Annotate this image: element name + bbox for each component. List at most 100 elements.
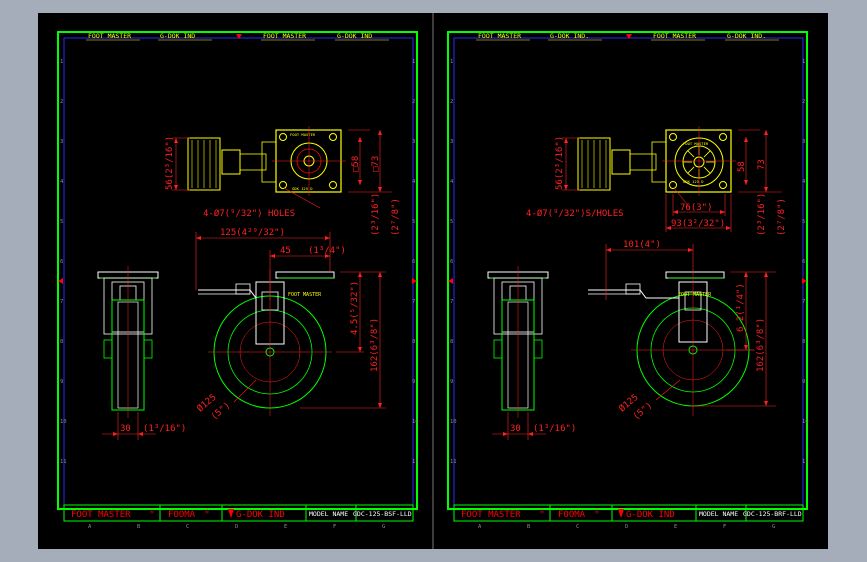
plate-model-text: GDK 125 D [683, 179, 704, 184]
header-text: G-DOK IND. [550, 32, 589, 40]
dim-height: 162(6³/8") [756, 318, 766, 372]
header-text: G-DOK IND. [727, 32, 766, 40]
row-number: 5 [412, 219, 415, 225]
row-number: 7 [802, 299, 805, 305]
row-number: 2 [450, 99, 453, 105]
row-number: 2 [802, 99, 805, 105]
plate-brand-text: FOOT MASTER [290, 132, 316, 137]
row-number: 1 [450, 59, 453, 65]
dim-frac-a: (2³/16") [757, 193, 767, 236]
title-registered: ® [595, 509, 599, 516]
row-number: 3 [802, 139, 805, 145]
row-number: 9 [802, 379, 805, 385]
row-number: 11 [412, 459, 419, 465]
column-letter: F [723, 524, 726, 530]
row-number: 8 [412, 339, 415, 345]
column-letter: D [625, 524, 628, 530]
dim-76: 76(3") [680, 203, 713, 213]
row-number: 1 [802, 59, 805, 65]
title-model-label: MODEL NAME [699, 510, 738, 518]
dim-ecc: 6.2(¹/4") [736, 283, 746, 332]
dim-73: □73 [371, 156, 381, 172]
row-number: 1 [412, 59, 415, 65]
row-number: 2 [412, 99, 415, 105]
row-number: 2 [60, 99, 63, 105]
title-company: G-DOK IND [236, 510, 285, 520]
title-company: G-DOK IND [626, 510, 675, 520]
row-number: 7 [60, 299, 63, 305]
column-letter: C [186, 524, 189, 530]
dim-45: 45 [280, 246, 291, 256]
row-number: 10 [450, 419, 457, 425]
dim-56: 56(2³/16") [555, 136, 565, 190]
column-letter: D [235, 524, 238, 530]
title-model-label: MODEL NAME [309, 510, 348, 518]
dim-58: □58 [351, 156, 361, 172]
row-number: 7 [412, 299, 415, 305]
row-number: 6 [412, 259, 415, 265]
row-number: 11 [60, 459, 67, 465]
title-brand: FOOT MASTER [461, 510, 521, 520]
row-number: 9 [450, 379, 453, 385]
title-brand2: FOOMA [168, 510, 196, 520]
row-number: 3 [450, 139, 453, 145]
header-text: G-DOK IND [160, 32, 195, 40]
tread-dim-in: (1³/16") [533, 424, 576, 434]
header-text: FOOT MASTER [88, 32, 131, 40]
row-number: 9 [412, 379, 415, 385]
row-number: 3 [60, 139, 63, 145]
dim-93: 93(3²/32") [671, 219, 725, 229]
dim-frac-b: (2⁷/8") [777, 198, 787, 236]
row-number: 3 [412, 139, 415, 145]
dim-height: 162(6³/8") [370, 318, 380, 372]
tread-dim-in: (1³/16") [143, 424, 186, 434]
header-text: G-DOK IND [337, 32, 372, 40]
row-number: 10 [802, 419, 809, 425]
dim-frac-b: (2⁷/8") [391, 198, 401, 236]
column-letter: C [576, 524, 579, 530]
title-model-name: GDC-125-BRF-LLD [743, 510, 802, 518]
column-letter: G [772, 524, 775, 530]
column-letter: E [674, 524, 677, 530]
row-number: 9 [60, 379, 63, 385]
column-letter: E [284, 524, 287, 530]
column-letter: F [333, 524, 336, 530]
row-number: 5 [60, 219, 63, 225]
row-number: 5 [450, 219, 453, 225]
dim-56: 56(2³/16") [165, 136, 175, 190]
tread-dim: 30 [120, 424, 131, 434]
row-number: 6 [450, 259, 453, 265]
title-registered: ® [540, 509, 544, 516]
plate-model-text: GDK 125 D [292, 186, 313, 191]
row-number: 11 [802, 459, 809, 465]
dim-ecc: 4.5(⁵/32") [350, 281, 360, 335]
row-number: 1 [60, 59, 63, 65]
row-number: 6 [60, 259, 63, 265]
row-number: 8 [60, 339, 63, 345]
dim-holes: 4-Ø7(⁹/32")S/HOLES [526, 208, 624, 219]
header-text: FOOT MASTER [653, 32, 696, 40]
cad-viewport[interactable]: FOOT MASTER G-DOK IND FOOT MASTER G-DOK IND… [0, 0, 867, 562]
row-number: 6 [802, 259, 805, 265]
title-registered: ® [150, 509, 154, 516]
header-text: FOOT MASTER [478, 32, 521, 40]
title-model-name: GDC-125-BSF-LLD [353, 510, 412, 518]
dim-holes: 4-Ø7(⁹/32") HOLES [203, 208, 295, 219]
plate-brand-text: FOOT MASTER [683, 141, 709, 146]
row-number: 5 [802, 219, 805, 225]
title-registered: ® [205, 509, 209, 516]
fork-label-text: FOOT MASTER [678, 292, 712, 298]
dim-73: 73 [757, 159, 767, 170]
row-number: 10 [60, 419, 67, 425]
row-number: 7 [450, 299, 453, 305]
tread-dim: 30 [510, 424, 521, 434]
row-number: 8 [802, 339, 805, 345]
dim-101: 101(4") [623, 240, 661, 250]
row-number: 11 [450, 459, 457, 465]
row-number: 10 [412, 419, 419, 425]
dim-58: 58 [737, 161, 747, 172]
dim-45-in: (1³/4") [308, 246, 346, 256]
column-letter: G [382, 524, 385, 530]
dim-125: 125(4²⁹/32") [220, 228, 285, 238]
dim-frac-a: (2³/16") [371, 193, 381, 236]
